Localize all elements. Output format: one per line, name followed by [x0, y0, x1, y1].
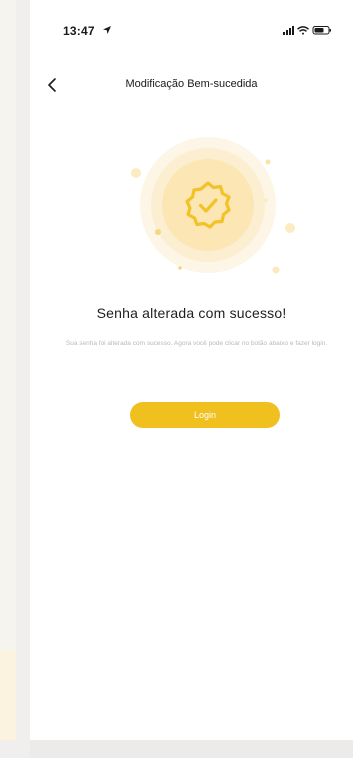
home-indicator-area	[30, 740, 353, 758]
status-bar: 13:47	[30, 0, 353, 44]
page-title: Modificação Bem-sucedida	[125, 78, 258, 90]
navigation-bar: Modificação Bem-sucedida	[30, 70, 353, 100]
success-title: Senha alterada com sucesso!	[96, 305, 287, 321]
phone-screen: 13:47 Modificação Bem-sucedida Senha alt…	[30, 0, 353, 740]
verified-badge-icon	[131, 137, 295, 274]
location-arrow-icon	[103, 26, 111, 34]
status-icons	[283, 26, 331, 35]
login-button[interactable]: Login	[130, 402, 280, 428]
battery-icon	[312, 26, 331, 35]
side-panel	[0, 0, 16, 740]
cellular-signal-icon	[283, 26, 294, 35]
status-time: 13:47	[63, 24, 95, 38]
wifi-icon	[297, 26, 309, 35]
success-description: Sua senha foi alterada com sucesso. Agor…	[65, 340, 328, 347]
